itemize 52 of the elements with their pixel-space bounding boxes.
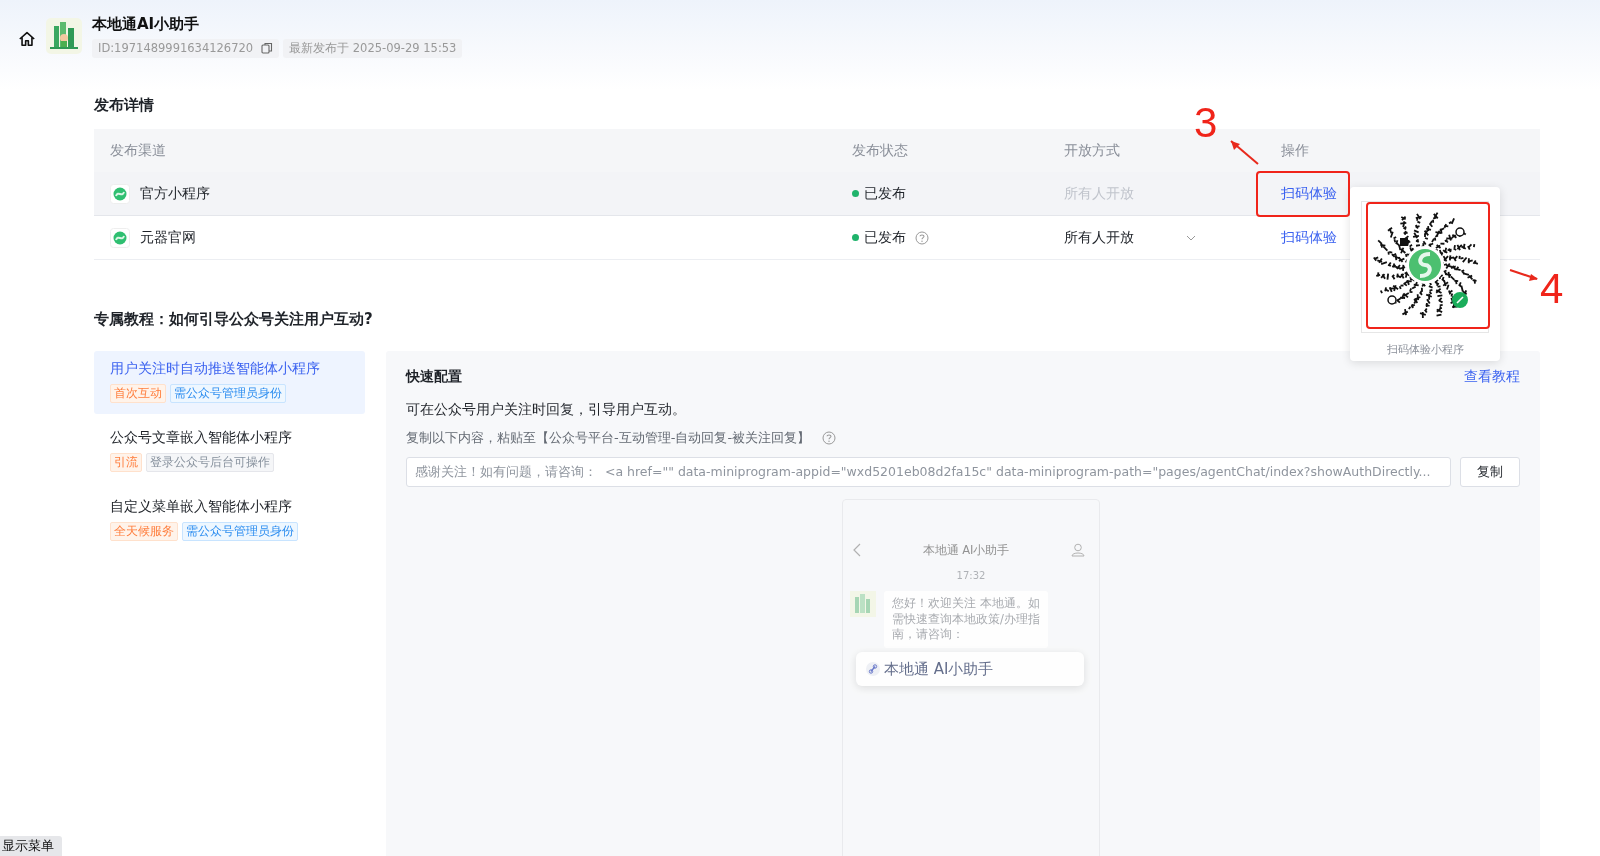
column-header: 发布状态: [852, 141, 908, 160]
section-title: 专属教程：如何引导公众号关注用户互动?: [94, 310, 374, 329]
channel-logo-icon: [110, 227, 130, 248]
access-dropdown[interactable]: 所有人开放: [1064, 228, 1196, 247]
column-header: 发布渠道: [110, 141, 166, 160]
annotation-number: 3: [1194, 102, 1218, 144]
status-text: 已发布: [864, 228, 906, 247]
column-header: 开放方式: [1064, 141, 1120, 160]
app-id: ID:1971489991634126720: [98, 41, 254, 55]
scan-link[interactable]: 扫码体验: [1281, 184, 1337, 203]
back-icon: [853, 543, 861, 557]
scan-link[interactable]: 扫码体验: [1281, 228, 1337, 247]
home-icon[interactable]: [18, 30, 36, 48]
card-title: 本地通 AI小助手: [884, 659, 994, 679]
channel-name: 官方小程序: [140, 184, 210, 203]
chat-title: 本地通 AI小助手: [922, 542, 1010, 558]
copy-icon[interactable]: [261, 42, 274, 54]
user-icon: [1071, 543, 1085, 557]
tutorial-item[interactable]: 自定义菜单嵌入智能体小程序 全天候服务 需公众号管理员身份: [94, 489, 365, 552]
description-text: 可在公众号用户关注时回复，引导用户互动。: [406, 401, 687, 419]
tag: 首次互动: [110, 384, 166, 403]
chevron-down-icon: [1186, 234, 1196, 241]
section-title: 发布详情: [94, 96, 155, 115]
annotation-arrow: [1509, 268, 1539, 282]
copy-button[interactable]: 复制: [1460, 457, 1520, 487]
tag: 引流: [110, 453, 142, 472]
chat-avatar: [850, 591, 876, 617]
annotation-arrow: [1228, 138, 1260, 166]
link-icon: [866, 662, 880, 676]
app-logo: [46, 18, 82, 54]
status-dot-icon: [852, 234, 859, 241]
tag: 需公众号管理员身份: [182, 522, 298, 541]
tutorial-item[interactable]: 公众号文章嵌入智能体小程序 引流 登录公众号后台可操作: [94, 420, 365, 483]
status-dot-icon: [852, 190, 859, 197]
chat-time: 17:32: [955, 570, 987, 581]
tutorial-item[interactable]: 用户关注时自动推送智能体小程序 首次互动 需公众号管理员身份: [94, 351, 365, 414]
tag: 需公众号管理员身份: [170, 384, 286, 403]
annotation-number: 4: [1540, 268, 1564, 310]
chat-bubble: 您好！欢迎关注 本地通。如需快速查询本地政策/办理指南，请咨询：: [884, 591, 1048, 648]
column-header: 操作: [1281, 141, 1309, 160]
show-menu-button[interactable]: 显示菜单: [0, 836, 62, 856]
tag: 全天候服务: [110, 522, 178, 541]
channel-logo-icon: [110, 183, 130, 204]
status-text: 已发布: [864, 184, 906, 203]
hint-text: 复制以下内容，粘贴至【公众号平台-互动管理-自动回复-被关注回复】: [406, 429, 811, 447]
app-title: 本地通AI小助手: [92, 14, 201, 34]
channel-name: 元器官网: [140, 228, 196, 247]
publish-time: 最新发布于 2025-09-29 15:53: [283, 38, 463, 58]
panel-title: 快速配置: [406, 368, 462, 386]
tutorial-link[interactable]: 查看教程: [1464, 368, 1520, 386]
qr-caption: 扫码体验小程序: [1386, 342, 1464, 357]
tag: 登录公众号后台可操作: [146, 453, 274, 472]
